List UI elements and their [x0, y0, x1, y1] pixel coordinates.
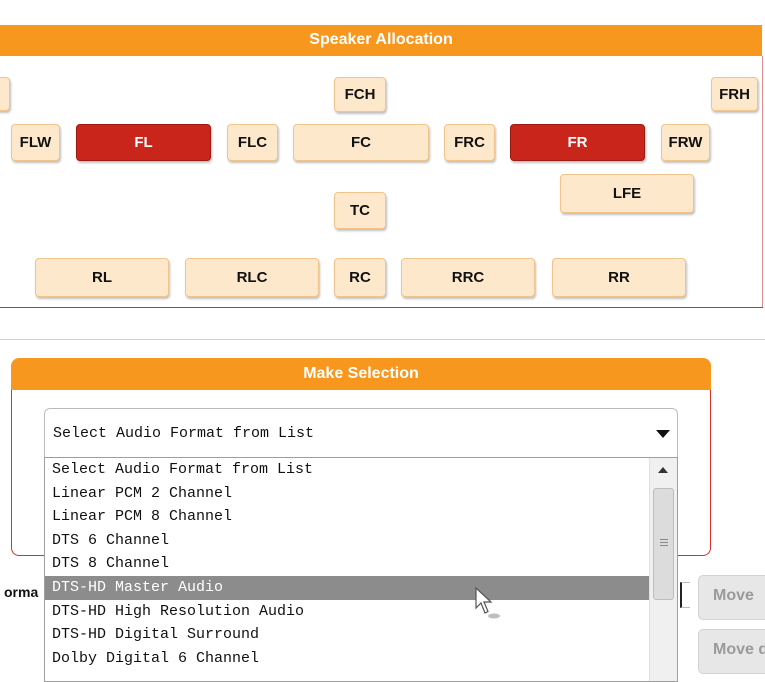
- option-dts-hd-high-resolution[interactable]: DTS-HD High Resolution Audio: [45, 600, 677, 624]
- speaker-button-rr[interactable]: RR: [552, 258, 686, 297]
- move-down-button[interactable]: Move d: [698, 629, 765, 674]
- option-dts-8[interactable]: DTS 8 Channel: [45, 552, 677, 576]
- speaker-button-fr[interactable]: FR: [510, 124, 645, 161]
- move-up-button[interactable]: Move: [698, 575, 765, 620]
- speaker-button-frw[interactable]: FRW: [661, 124, 710, 161]
- audio-format-listbox[interactable]: Select Audio Format from List Linear PCM…: [44, 457, 678, 682]
- partial-field-edge: [680, 582, 690, 608]
- scrollbar-thumb[interactable]: [653, 488, 674, 600]
- speaker-button-rrc[interactable]: RRC: [401, 258, 535, 297]
- speaker-button-fl[interactable]: FL: [76, 124, 211, 161]
- option-dts-hd-digital-surround[interactable]: DTS-HD Digital Surround: [45, 623, 677, 647]
- make-selection-header: Make Selection: [11, 358, 711, 390]
- speaker-allocation-header: Speaker Allocation: [0, 25, 762, 56]
- mouse-cursor-icon: [475, 586, 500, 619]
- speaker-button-rlc[interactable]: RLC: [185, 258, 319, 297]
- speaker-button-flw[interactable]: FLW: [11, 124, 60, 161]
- speaker-button-partial[interactable]: [0, 77, 10, 111]
- scroll-up-arrow-icon[interactable]: [658, 467, 668, 473]
- speaker-button-flc[interactable]: FLC: [227, 124, 278, 161]
- option-dts-hd-master-audio[interactable]: DTS-HD Master Audio: [45, 575, 677, 600]
- thumb-grip-line: [660, 539, 668, 540]
- option-select-audio-format[interactable]: Select Audio Format from List: [45, 458, 677, 482]
- speaker-frame-bottom-line: [0, 307, 763, 308]
- option-linear-pcm-8[interactable]: Linear PCM 8 Channel: [45, 505, 677, 529]
- speaker-button-rc[interactable]: RC: [334, 258, 386, 297]
- speaker-button-tc[interactable]: TC: [334, 192, 386, 229]
- thumb-grip-line: [660, 545, 668, 546]
- speaker-button-frc[interactable]: FRC: [444, 124, 495, 161]
- speaker-button-rl[interactable]: RL: [35, 258, 169, 297]
- thumb-grip-line: [660, 542, 668, 543]
- speaker-button-frh[interactable]: FRH: [711, 77, 758, 111]
- audio-format-select[interactable]: Select Audio Format from List: [44, 408, 678, 458]
- speaker-button-fch[interactable]: FCH: [334, 77, 386, 112]
- listbox-scrollbar[interactable]: [649, 458, 677, 681]
- speaker-button-lfe[interactable]: LFE: [560, 174, 694, 213]
- option-dts-6[interactable]: DTS 6 Channel: [45, 529, 677, 553]
- speaker-button-fc[interactable]: FC: [293, 124, 429, 161]
- option-linear-pcm-2[interactable]: Linear PCM 2 Channel: [45, 482, 677, 506]
- option-dolby-digital-6[interactable]: Dolby Digital 6 Channel: [45, 647, 677, 671]
- chevron-down-icon[interactable]: [656, 430, 670, 438]
- format-label-partial: orma: [4, 584, 39, 600]
- section-divider: [0, 339, 765, 340]
